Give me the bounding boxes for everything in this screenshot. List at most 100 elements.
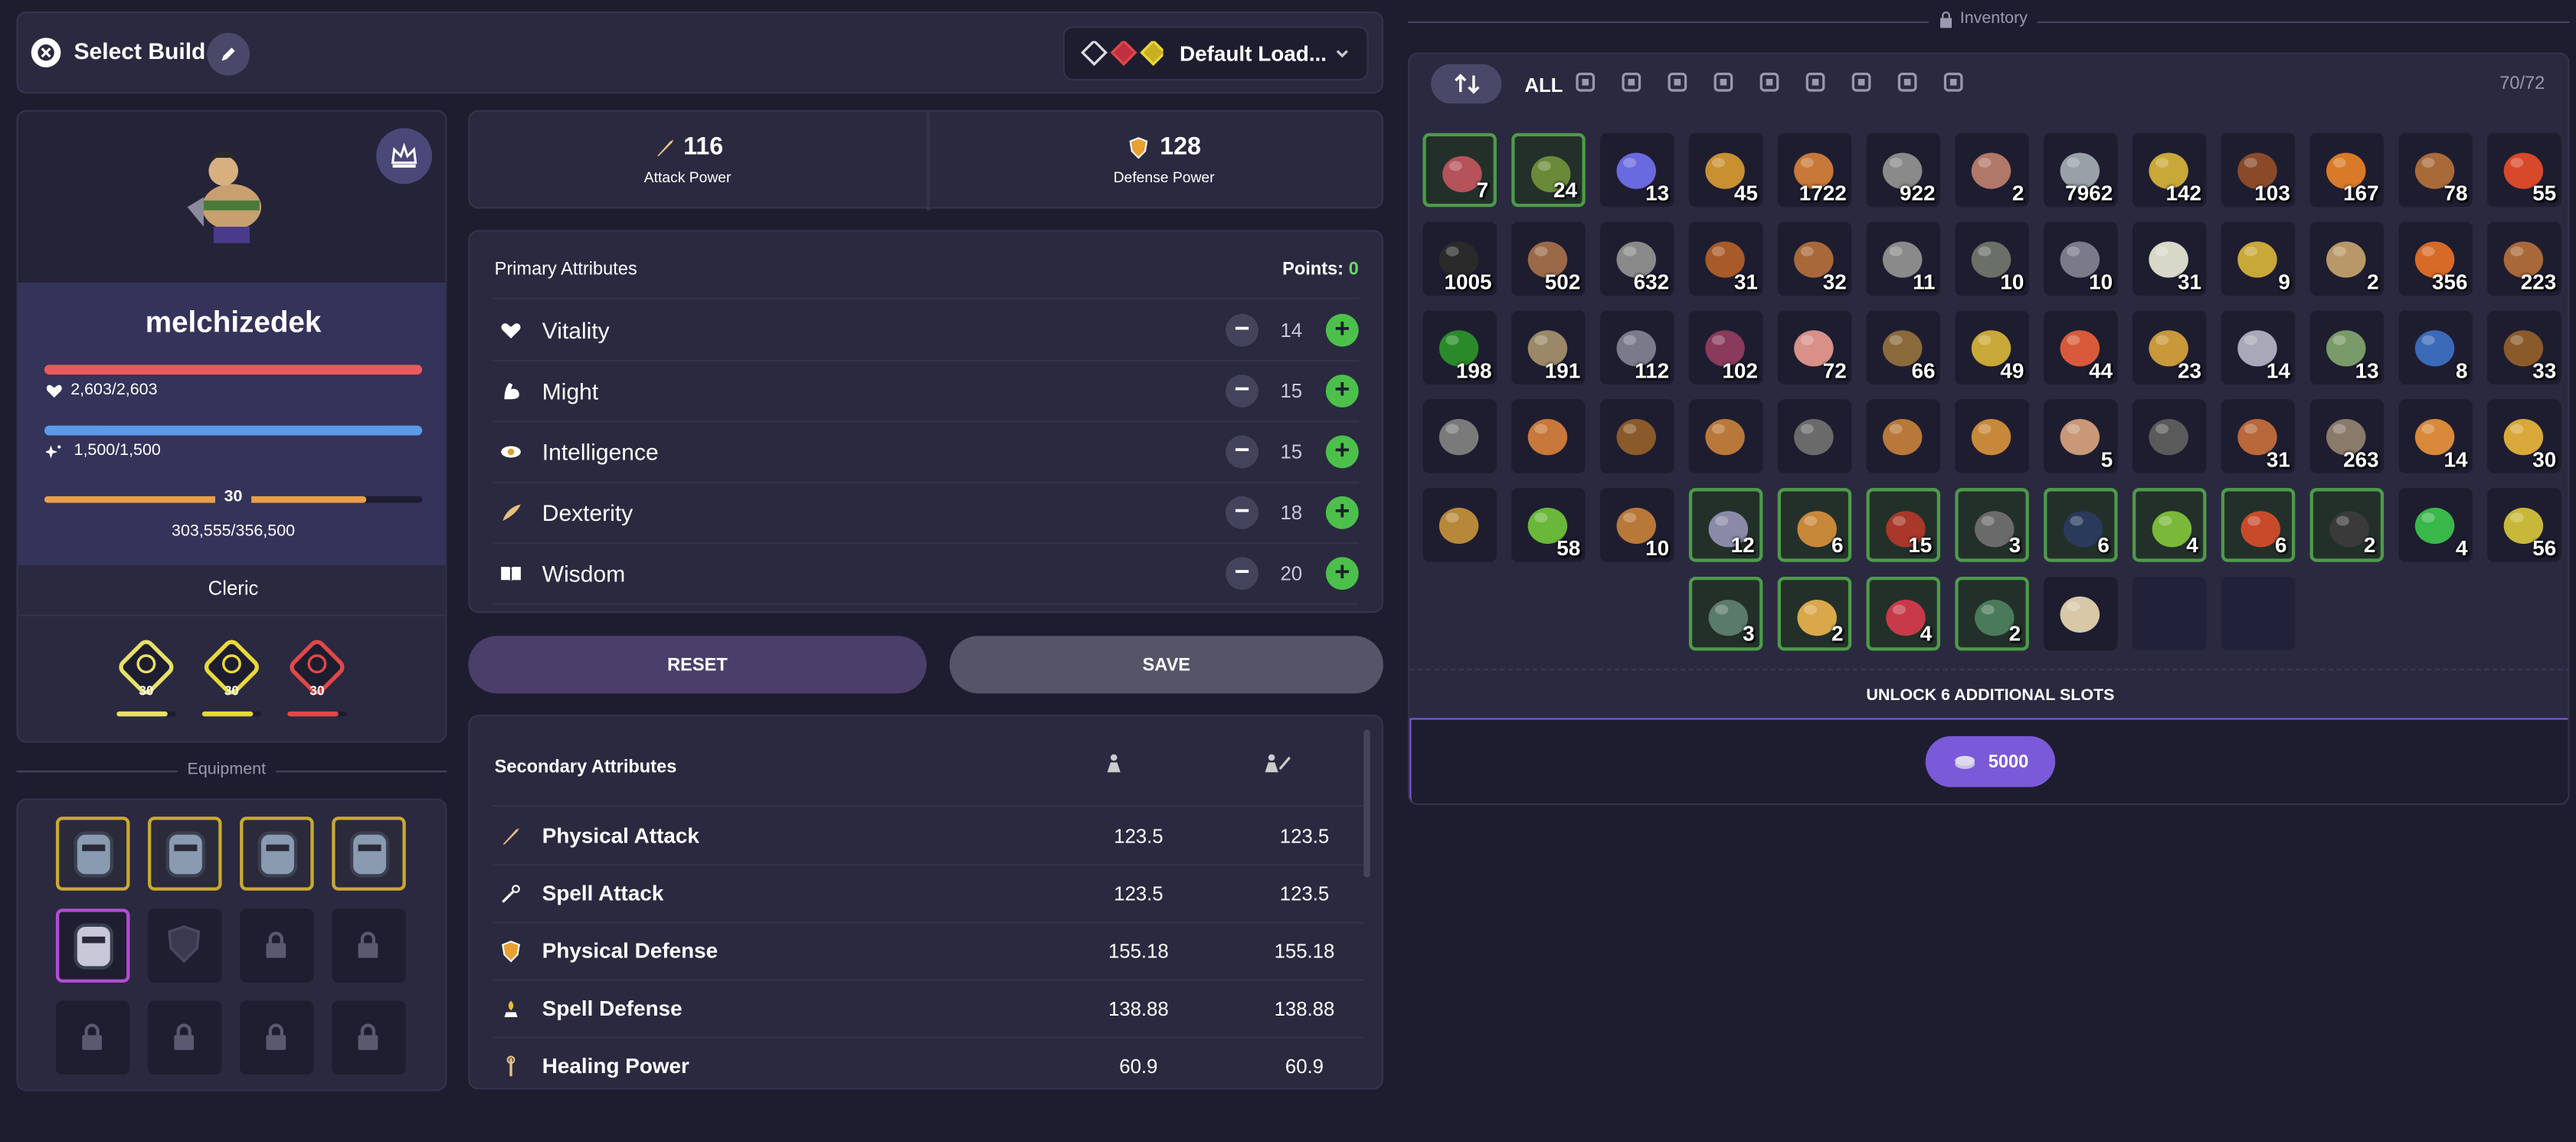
increase-button[interactable]: + <box>1325 496 1359 529</box>
inventory-item[interactable]: 6 <box>2221 488 2296 562</box>
inventory-item[interactable]: 31 <box>1688 221 1763 296</box>
inventory-item[interactable]: 7 <box>1422 133 1497 208</box>
edit-button[interactable] <box>207 32 250 76</box>
inventory-item[interactable]: 2 <box>1777 577 1852 651</box>
profession-badge[interactable]: 30 <box>199 634 265 733</box>
inventory-item[interactable]: 6 <box>1777 488 1852 562</box>
inventory-item[interactable]: 7962 <box>2044 133 2118 208</box>
inventory-item[interactable]: 356 <box>2398 221 2473 296</box>
inventory-item[interactable]: 102 <box>1688 310 1763 385</box>
filter-leggings-icon[interactable] <box>1850 70 1873 93</box>
equipment-slot-locked[interactable] <box>148 1000 222 1075</box>
inventory-item[interactable]: 14 <box>2398 399 2473 473</box>
inventory-item[interactable]: 502 <box>1511 221 1586 296</box>
increase-button[interactable]: + <box>1325 375 1359 408</box>
inventory-item[interactable]: 33 <box>2487 310 2561 385</box>
increase-button[interactable]: + <box>1325 557 1359 591</box>
decrease-button[interactable]: − <box>1226 496 1259 529</box>
inventory-item[interactable]: 55 <box>2487 133 2561 208</box>
inventory-item[interactable]: 10 <box>2044 221 2118 296</box>
equipment-legs[interactable] <box>240 816 314 891</box>
filter-armor-icon[interactable] <box>1804 70 1827 93</box>
inventory-item[interactable]: 8 <box>2398 310 2473 385</box>
inventory-item[interactable]: 13 <box>2309 310 2385 385</box>
inventory-item[interactable]: 1005 <box>1422 221 1497 296</box>
inventory-item[interactable]: 9 <box>2221 221 2296 296</box>
secondary-scrollbar[interactable] <box>1363 729 1370 878</box>
profession-badge[interactable]: 30 <box>113 634 179 733</box>
inventory-item[interactable]: 78 <box>2398 133 2473 208</box>
inventory-item[interactable]: 2 <box>1955 577 2029 651</box>
equipment-helmet[interactable] <box>55 816 130 891</box>
decrease-button[interactable]: − <box>1226 435 1259 469</box>
filter-food-icon[interactable] <box>1758 70 1781 93</box>
inventory-item[interactable]: 6 <box>2044 488 2118 562</box>
decrease-button[interactable]: − <box>1226 313 1259 347</box>
inventory-item[interactable]: 3 <box>1955 488 2029 562</box>
filter-cauldron-icon[interactable] <box>1666 70 1689 93</box>
inventory-item[interactable]: 13 <box>1600 133 1674 208</box>
inventory-item[interactable]: 10 <box>1955 221 2029 296</box>
inventory-item[interactable]: 31 <box>2221 399 2296 473</box>
inventory-item[interactable]: 11 <box>1866 221 1941 296</box>
inventory-item[interactable]: 2 <box>1955 133 2029 208</box>
filter-scroll-icon[interactable] <box>1574 70 1597 93</box>
inventory-item[interactable]: 32 <box>1777 221 1852 296</box>
inventory-item[interactable]: 198 <box>1422 310 1497 385</box>
filter-all[interactable]: ALL <box>1524 74 1563 97</box>
increase-button[interactable]: + <box>1325 435 1359 469</box>
filter-potion-icon[interactable] <box>1712 70 1735 93</box>
equipment-slot-locked[interactable] <box>332 908 406 983</box>
inventory-item[interactable]: 12 <box>1688 488 1763 562</box>
inventory-item[interactable]: 4 <box>2398 488 2473 562</box>
save-button[interactable]: SAVE <box>949 636 1383 694</box>
equipment-chest[interactable] <box>148 816 222 891</box>
inventory-item[interactable]: 112 <box>1600 310 1674 385</box>
inventory-item[interactable]: 45 <box>1688 133 1763 208</box>
filter-mask-icon[interactable] <box>1942 70 1965 93</box>
close-icon[interactable] <box>31 38 61 67</box>
inventory-item[interactable]: 191 <box>1511 310 1586 385</box>
inventory-item[interactable]: 5 <box>2044 399 2118 473</box>
inventory-item[interactable] <box>1422 399 1497 473</box>
crown-button[interactable] <box>376 128 433 185</box>
inventory-item[interactable] <box>2044 577 2118 651</box>
inventory-item[interactable]: 922 <box>1866 133 1941 208</box>
increase-button[interactable]: + <box>1325 313 1359 347</box>
equipment-slot-locked[interactable] <box>240 1000 314 1075</box>
inventory-item[interactable]: 44 <box>2044 310 2118 385</box>
inventory-item[interactable]: 15 <box>1866 488 1941 562</box>
inventory-item[interactable]: 4 <box>2132 488 2207 562</box>
decrease-button[interactable]: − <box>1226 557 1259 591</box>
inventory-item[interactable]: 2 <box>2309 488 2385 562</box>
inventory-item[interactable] <box>1866 399 1941 473</box>
inventory-item[interactable] <box>2132 399 2207 473</box>
inventory-item[interactable]: 24 <box>1511 133 1586 208</box>
reset-button[interactable]: RESET <box>468 636 927 694</box>
inventory-item[interactable]: 632 <box>1600 221 1674 296</box>
equipment-slot-locked[interactable] <box>55 1000 130 1075</box>
inventory-item[interactable]: 3 <box>1688 577 1763 651</box>
inventory-item[interactable]: 49 <box>1955 310 2029 385</box>
inventory-item[interactable]: 4 <box>1866 577 1941 651</box>
inventory-item[interactable]: 72 <box>1777 310 1852 385</box>
inventory-item[interactable]: 103 <box>2221 133 2296 208</box>
inventory-item[interactable]: 1722 <box>1777 133 1852 208</box>
equipment-offhand[interactable] <box>148 908 222 983</box>
inventory-slot-empty[interactable] <box>2221 577 2296 651</box>
inventory-item[interactable]: 66 <box>1866 310 1941 385</box>
inventory-slot-empty[interactable] <box>2132 577 2207 651</box>
inventory-item[interactable]: 10 <box>1600 488 1674 562</box>
loadout-select[interactable]: Default Load... <box>1062 26 1369 81</box>
sort-button[interactable] <box>1431 64 1502 104</box>
inventory-item[interactable]: 167 <box>2309 133 2385 208</box>
equipment-slot-locked[interactable] <box>240 908 314 983</box>
inventory-item[interactable] <box>1511 399 1586 473</box>
inventory-item[interactable] <box>1688 399 1763 473</box>
equipment-slot-locked[interactable] <box>332 1000 406 1075</box>
inventory-item[interactable]: 223 <box>2487 221 2561 296</box>
equipment-boots[interactable] <box>332 816 406 891</box>
profession-badge[interactable]: 30 <box>284 634 350 733</box>
inventory-item[interactable]: 30 <box>2487 399 2561 473</box>
inventory-item[interactable] <box>1955 399 2029 473</box>
